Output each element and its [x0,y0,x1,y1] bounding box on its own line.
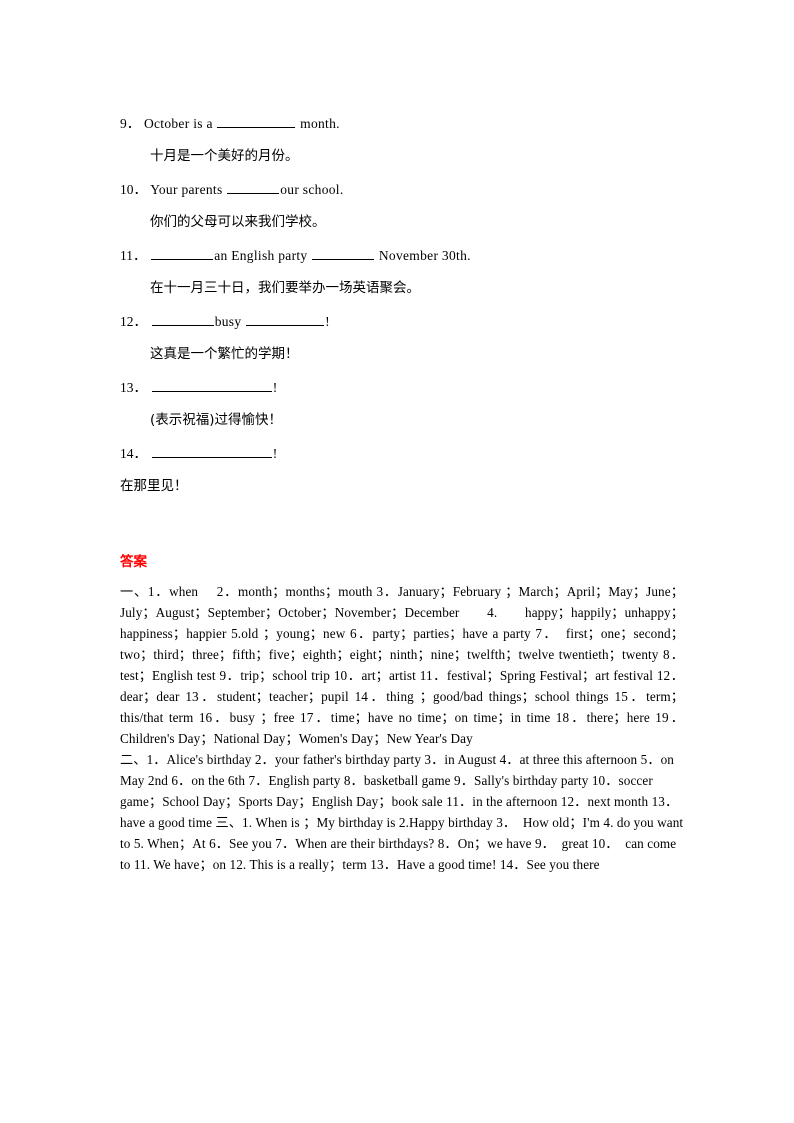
question-number: 9． [120,116,141,131]
question-item: 10． Your parents our school. 你们的父母可以来我们学… [120,174,684,238]
question-text-after: ! [272,380,278,395]
question-number: 10． [120,182,147,197]
answer-blank[interactable] [312,246,375,260]
question-text-after: ! [272,446,278,461]
answer-blank[interactable] [151,378,272,392]
answer-blank[interactable] [151,312,214,326]
question-english-line: 12． busy ! [120,306,684,338]
answer-key-heading: 答案 [120,554,147,570]
answer-blank[interactable] [151,246,214,260]
question-english-line: 9． October is a month. [120,108,684,140]
question-chinese-translation: 你们的父母可以来我们学校。 [150,214,326,230]
question-text-after: month. [300,116,340,131]
answer-paragraph-part-2: 二、1．Alice's birthday 2．your father's bir… [120,752,684,872]
question-english-line: 13． ! [120,372,684,404]
question-english-line: 11． an English party November 30th. [120,240,684,272]
question-chinese-translation: 这真是一个繁忙的学期！ [150,346,299,362]
answer-blank[interactable] [217,114,296,128]
answer-key-section: 答案 一、1．when 2．month；months；mouth 3．Janua… [120,552,684,875]
answer-paragraph-part-1: 一、1．when 2．month；months；mouth 3．January；… [120,584,684,746]
question-chinese-translation: 十月是一个美好的月份。 [150,148,299,164]
question-item: 9． October is a month. 十月是一个美好的月份。 [120,108,684,172]
questions-section: 9． October is a month. 十月是一个美好的月份。 10． Y… [120,108,684,504]
question-text-middle: an English party [214,248,308,263]
question-number: 11． [120,248,147,263]
answer-blank[interactable] [151,444,272,458]
answer-blank[interactable] [227,180,280,194]
question-english-line: 10． Your parents our school. [120,174,684,206]
question-item: 11． an English party November 30th. 在十一月… [120,240,684,304]
question-item: 14． ! 在那里见！ [120,438,684,502]
question-text-middle: busy [214,314,242,329]
question-chinese-translation: 在十一月三十日，我们要举办一场英语聚会。 [150,280,420,296]
question-number: 13． [120,380,147,395]
worksheet-page: 9． October is a month. 十月是一个美好的月份。 10． Y… [0,0,794,1123]
question-chinese-translation: 在那里见！ [120,478,188,494]
question-number: 14． [120,446,147,461]
question-chinese-translation: (表示祝福)过得愉快！ [150,412,283,428]
question-text-after: ! [325,314,330,329]
question-text-after: November 30th. [378,248,471,263]
question-text-after: our school. [280,182,344,197]
question-item: 13． ! (表示祝福)过得愉快！ [120,372,684,436]
question-text-before: October is a [143,116,213,131]
answer-blank[interactable] [246,312,325,326]
question-item: 12． busy ! 这真是一个繁忙的学期！ [120,306,684,370]
question-text-before: Your parents [150,182,223,197]
question-number: 12． [120,314,147,329]
question-english-line: 14． ! [120,438,684,470]
